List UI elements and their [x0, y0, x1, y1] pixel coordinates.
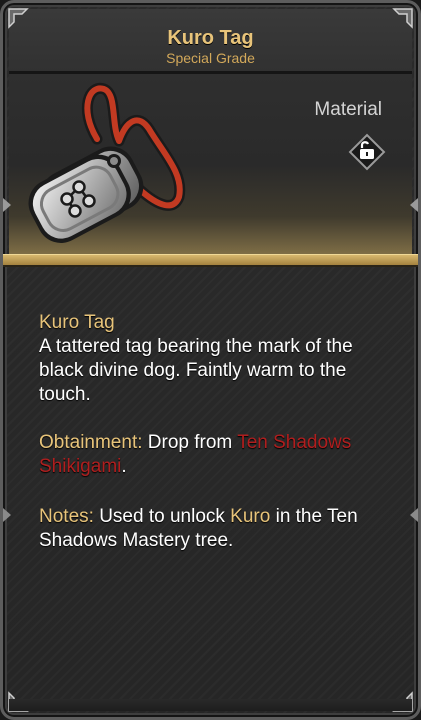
obtainment-suffix: .	[121, 456, 127, 477]
showcase-gold-divider	[3, 254, 418, 267]
description-block: Kuro Tag A tattered tag bearing the mark…	[39, 311, 391, 407]
obtainment-line: Obtainment: Drop from Ten Shadows Shikig…	[39, 431, 391, 479]
obtainment-prefix: Drop from	[142, 432, 238, 453]
obtainment-label: Obtainment:	[39, 432, 143, 453]
item-category-label: Material	[314, 99, 382, 120]
corner-ornament-top-left-icon	[8, 8, 29, 29]
unlock-icon[interactable]	[348, 133, 386, 171]
corner-ornament-top-right-icon	[392, 8, 413, 29]
side-notch-right-icon	[410, 198, 418, 212]
card-bottom-edge	[9, 699, 412, 711]
dog-tag-icon	[28, 82, 186, 243]
notes-prefix: Used to unlock	[93, 506, 231, 527]
tooltip-header: Kuro Tag Special Grade	[9, 9, 412, 74]
notes-label: Notes:	[39, 506, 94, 527]
side-notch-right-lower-icon	[410, 508, 418, 522]
item-grade: Special Grade	[166, 50, 255, 66]
description-item-name: Kuro Tag	[39, 312, 115, 333]
description-flavor-text: A tattered tag bearing the mark of the b…	[39, 336, 353, 405]
side-notch-left-lower-icon	[3, 508, 11, 522]
notes-highlight: Kuro	[230, 506, 271, 527]
side-notch-left-icon	[3, 198, 11, 212]
item-title: Kuro Tag	[167, 27, 254, 49]
item-tooltip-card: Kuro Tag Special Grade Material Kuro Tag…	[0, 0, 421, 720]
notes-line: Notes: Used to unlock Kuro in the Ten Sh…	[39, 505, 391, 553]
